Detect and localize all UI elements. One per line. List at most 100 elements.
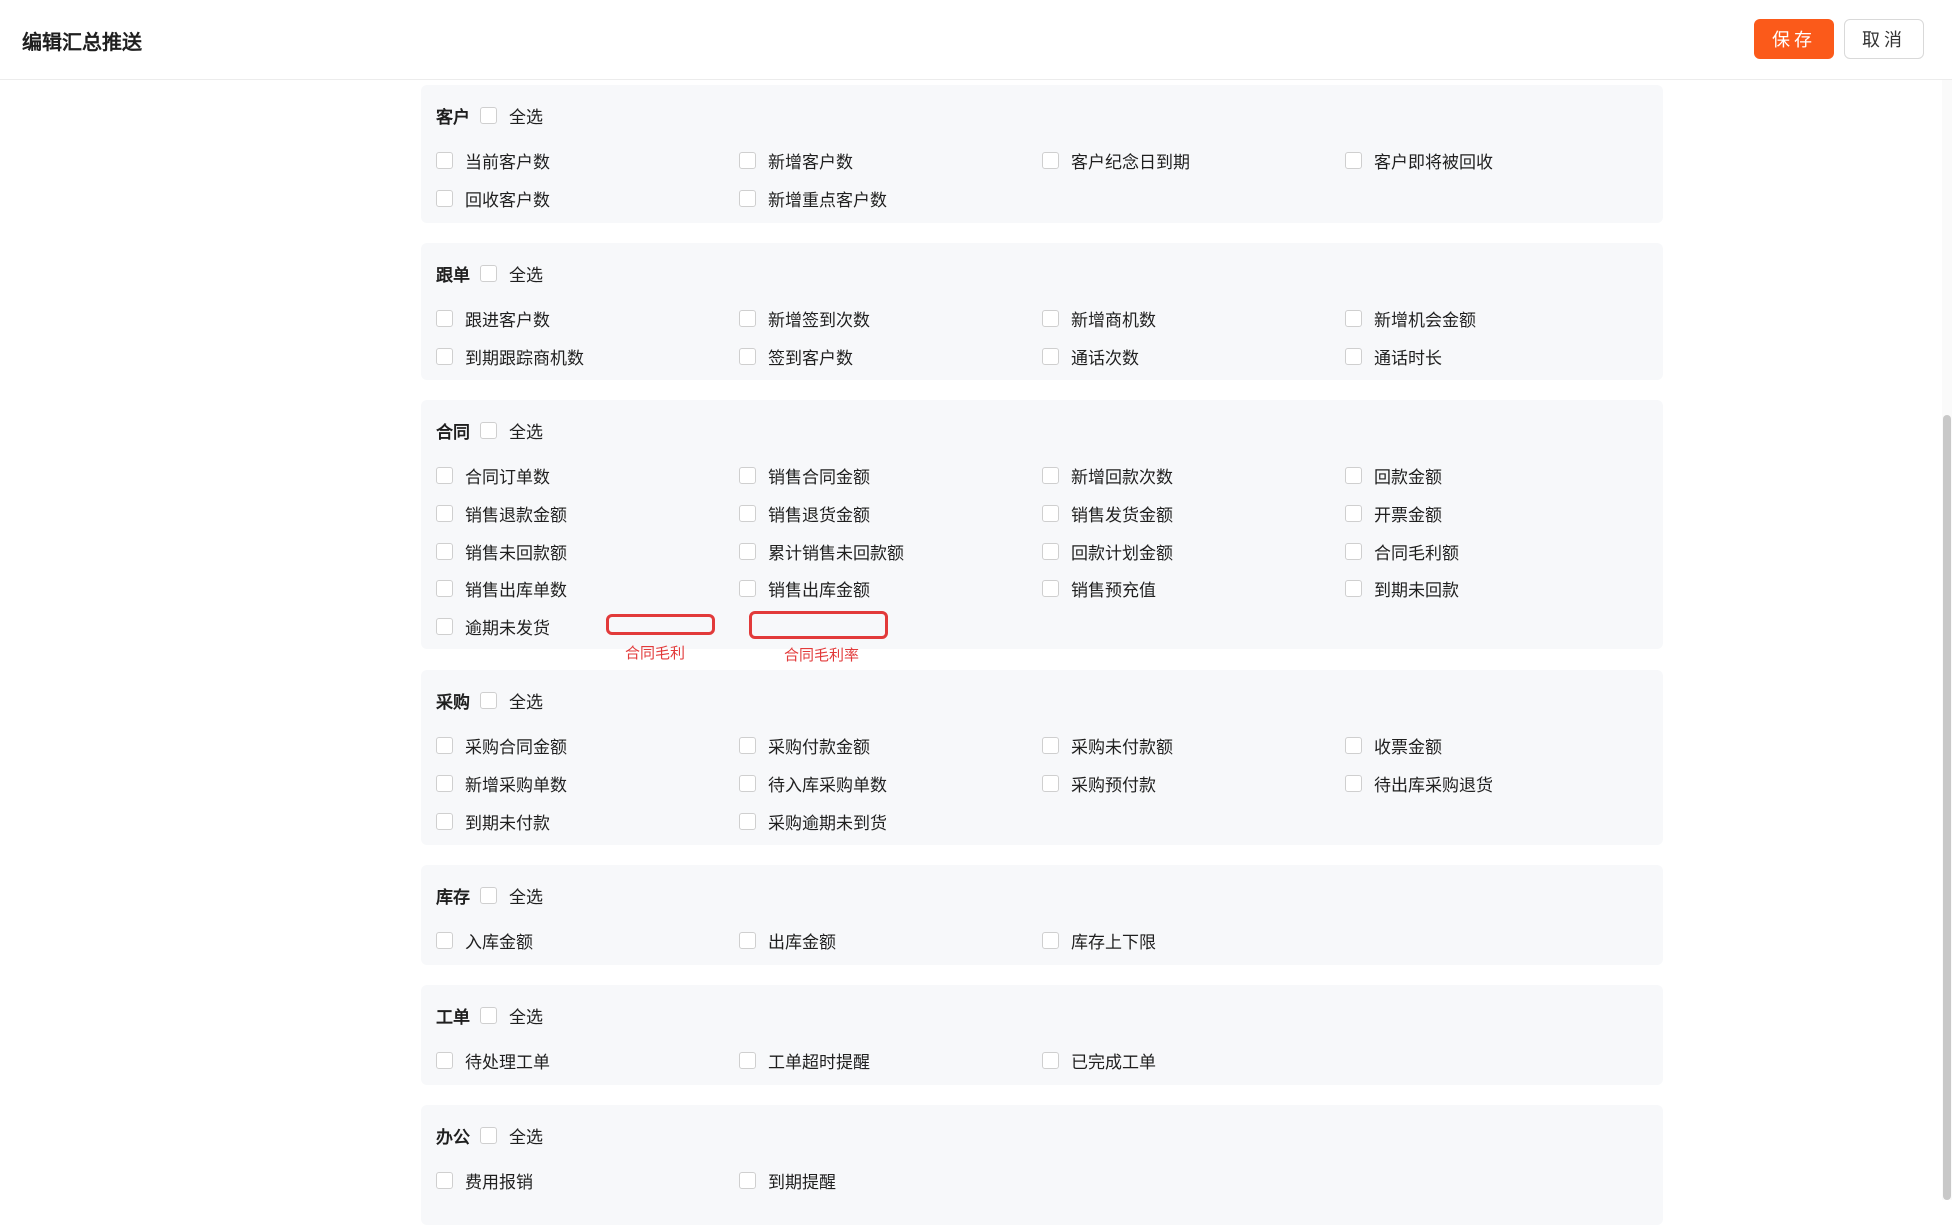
option-item[interactable]: 签到客户数 (739, 338, 1042, 376)
option-checkbox[interactable] (436, 505, 453, 523)
option-item[interactable]: 到期未付款 (436, 802, 739, 840)
option-item[interactable]: 跟进客户数 (436, 300, 739, 338)
option-item[interactable]: 回收客户数 (436, 180, 739, 218)
option-checkbox[interactable] (1345, 348, 1362, 366)
option-checkbox[interactable] (1042, 775, 1059, 793)
option-checkbox[interactable] (1042, 542, 1059, 560)
option-checkbox[interactable] (1042, 580, 1059, 598)
option-item[interactable]: 客户即将被回收 (1345, 142, 1648, 180)
option-checkbox[interactable] (1042, 310, 1059, 328)
option-item[interactable]: 销售发货金额 (1042, 495, 1345, 533)
option-label[interactable]: 工单超时提醒 (768, 1048, 870, 1073)
option-label[interactable]: 开票金额 (1374, 501, 1442, 526)
option-checkbox[interactable] (436, 348, 453, 366)
option-label[interactable]: 新增回款次数 (1071, 463, 1173, 488)
option-checkbox[interactable] (436, 1172, 453, 1190)
option-label[interactable]: 新增机会金额 (1374, 306, 1476, 331)
option-item[interactable]: 销售出库单数 (436, 570, 739, 608)
option-label[interactable]: 新增商机数 (1071, 306, 1156, 331)
option-label[interactable]: 通话次数 (1071, 344, 1139, 369)
option-label[interactable]: 收票金额 (1374, 733, 1442, 758)
option-checkbox[interactable] (1042, 1052, 1059, 1070)
option-checkbox[interactable] (436, 190, 453, 208)
option-label[interactable]: 到期未付款 (465, 809, 550, 834)
option-label[interactable]: 入库金额 (465, 928, 533, 953)
option-item[interactable]: 新增签到次数 (739, 300, 1042, 338)
option-label[interactable]: 销售退款金额 (465, 501, 567, 526)
option-checkbox[interactable] (1345, 775, 1362, 793)
option-item[interactable]: 到期提醒 (739, 1162, 1042, 1200)
option-label[interactable]: 待入库采购单数 (768, 771, 887, 796)
select-all-checkbox[interactable] (480, 421, 497, 439)
option-item[interactable]: 销售退货金额 (739, 495, 1042, 533)
select-all-label[interactable]: 全选 (509, 418, 543, 443)
option-item[interactable]: 采购逾期未到货 (739, 802, 1042, 840)
option-label[interactable]: 采购合同金额 (465, 733, 567, 758)
option-checkbox[interactable] (436, 932, 453, 950)
option-label[interactable]: 新增重点客户数 (768, 186, 887, 211)
option-checkbox[interactable] (739, 467, 756, 485)
select-all-label[interactable]: 全选 (509, 688, 543, 713)
select-all-label[interactable]: 全选 (509, 1003, 543, 1028)
option-item[interactable]: 采购未付款额 (1042, 727, 1345, 765)
option-item[interactable]: 回款计划金额 (1042, 532, 1345, 570)
option-checkbox[interactable] (739, 580, 756, 598)
option-label[interactable]: 到期提醒 (768, 1168, 836, 1193)
option-label[interactable]: 待出库采购退货 (1374, 771, 1493, 796)
option-item[interactable]: 销售合同金额 (739, 457, 1042, 495)
option-checkbox[interactable] (1042, 152, 1059, 170)
option-item[interactable]: 新增采购单数 (436, 765, 739, 803)
option-checkbox[interactable] (739, 505, 756, 523)
option-label[interactable]: 销售合同金额 (768, 463, 870, 488)
select-all-label[interactable]: 全选 (509, 261, 543, 286)
option-checkbox[interactable] (1345, 505, 1362, 523)
option-checkbox[interactable] (436, 737, 453, 755)
option-item[interactable]: 销售出库金额 (739, 570, 1042, 608)
select-all-checkbox[interactable] (480, 886, 497, 904)
option-checkbox[interactable] (436, 1052, 453, 1070)
option-label[interactable]: 出库金额 (768, 928, 836, 953)
option-checkbox[interactable] (739, 932, 756, 950)
option-item[interactable]: 出库金额 (739, 922, 1042, 960)
option-checkbox[interactable] (1345, 580, 1362, 598)
option-label[interactable]: 到期跟踪商机数 (465, 344, 584, 369)
option-label[interactable]: 销售预充值 (1071, 576, 1156, 601)
option-label[interactable]: 库存上下限 (1071, 928, 1156, 953)
option-checkbox[interactable] (436, 618, 453, 636)
option-label[interactable]: 采购逾期未到货 (768, 809, 887, 834)
option-label[interactable]: 合同毛利额 (1374, 539, 1459, 564)
option-item[interactable]: 合同订单数 (436, 457, 739, 495)
option-checkbox[interactable] (739, 737, 756, 755)
option-item[interactable]: 采购预付款 (1042, 765, 1345, 803)
option-checkbox[interactable] (1042, 348, 1059, 366)
option-label[interactable]: 待处理工单 (465, 1048, 550, 1073)
option-item[interactable]: 新增客户数 (739, 142, 1042, 180)
option-checkbox[interactable] (1345, 152, 1362, 170)
option-label[interactable]: 采购预付款 (1071, 771, 1156, 796)
option-item[interactable]: 待出库采购退货 (1345, 765, 1648, 803)
option-item[interactable]: 新增商机数 (1042, 300, 1345, 338)
option-checkbox[interactable] (1042, 737, 1059, 755)
option-item[interactable]: 待入库采购单数 (739, 765, 1042, 803)
option-label[interactable]: 采购付款金额 (768, 733, 870, 758)
option-label[interactable]: 新增采购单数 (465, 771, 567, 796)
select-all-checkbox[interactable] (480, 106, 497, 124)
option-item[interactable]: 收票金额 (1345, 727, 1648, 765)
option-item[interactable]: 入库金额 (436, 922, 739, 960)
option-label[interactable]: 客户即将被回收 (1374, 148, 1493, 173)
option-item[interactable]: 通话次数 (1042, 338, 1345, 376)
option-item[interactable]: 合同毛利额 (1345, 532, 1648, 570)
option-item[interactable]: 采购合同金额 (436, 727, 739, 765)
select-all-label[interactable]: 全选 (509, 883, 543, 908)
option-label[interactable]: 回收客户数 (465, 186, 550, 211)
option-checkbox[interactable] (436, 467, 453, 485)
option-label[interactable]: 已完成工单 (1071, 1048, 1156, 1073)
select-all-checkbox[interactable] (480, 264, 497, 282)
option-label[interactable]: 客户纪念日到期 (1071, 148, 1190, 173)
option-checkbox[interactable] (1345, 542, 1362, 560)
option-checkbox[interactable] (1042, 932, 1059, 950)
option-checkbox[interactable] (739, 1172, 756, 1190)
option-item[interactable]: 回款金额 (1345, 457, 1648, 495)
scrollbar-thumb[interactable] (1943, 415, 1951, 1200)
option-label[interactable]: 到期未回款 (1374, 576, 1459, 601)
